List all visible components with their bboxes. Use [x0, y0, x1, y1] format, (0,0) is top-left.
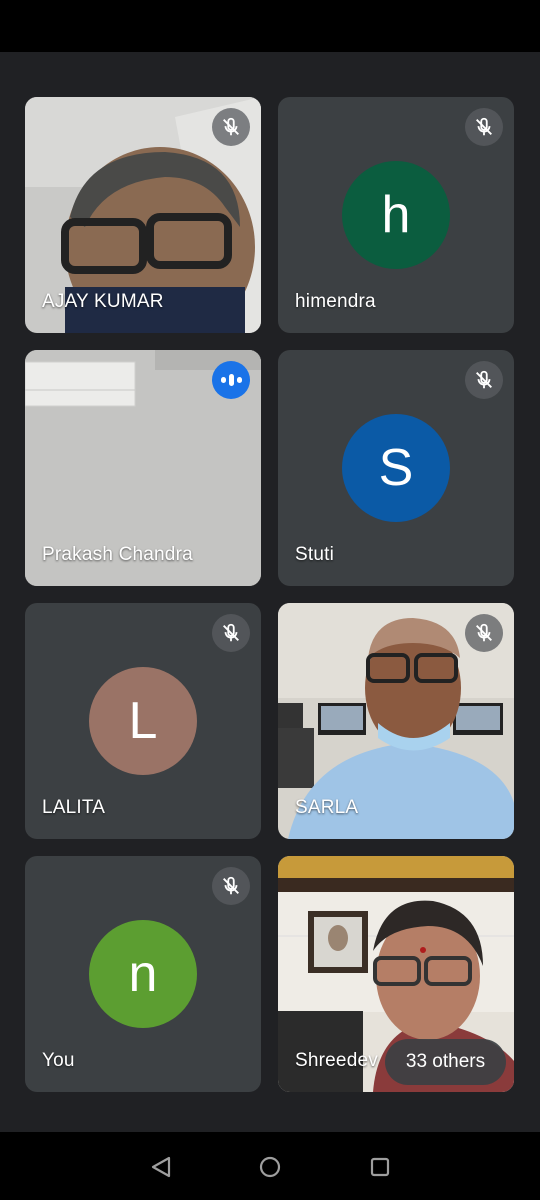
participant-name: Stuti — [295, 544, 335, 565]
android-nav-bar — [0, 1132, 540, 1200]
back-triangle-icon[interactable] — [148, 1154, 174, 1180]
home-circle-icon[interactable] — [257, 1154, 283, 1180]
mic-off-icon — [212, 108, 250, 146]
avatar: h — [342, 161, 450, 269]
participant-tile-lalita[interactable]: L LALITA — [25, 603, 261, 839]
audio-level-icon — [212, 361, 250, 399]
mic-off-icon — [465, 361, 503, 399]
participant-name: Prakash Chandra — [42, 544, 193, 565]
recents-square-icon[interactable] — [367, 1154, 393, 1180]
participant-name: SARLA — [295, 797, 359, 818]
participant-tile-you[interactable]: n You — [25, 856, 261, 1092]
avatar: n — [89, 920, 197, 1028]
participant-name: LALITA — [42, 797, 106, 818]
participant-name: You — [42, 1050, 75, 1071]
participant-tile-himendra[interactable]: h himendra — [278, 97, 514, 333]
participant-name: himendra — [295, 291, 376, 312]
avatar: L — [89, 667, 197, 775]
participant-name: AJAY KUMAR — [42, 291, 164, 312]
others-count-chip[interactable]: 33 others — [385, 1039, 506, 1085]
participant-tile-sarla[interactable]: SARLA — [278, 603, 514, 839]
participant-name: Shreedev — [295, 1050, 378, 1071]
mic-off-icon — [465, 108, 503, 146]
status-bar — [0, 0, 540, 52]
mic-off-icon — [212, 614, 250, 652]
avatar: S — [342, 414, 450, 522]
participant-tile-prakash-chandra[interactable]: Prakash Chandra — [25, 350, 261, 586]
mic-off-icon — [212, 867, 250, 905]
participant-tile-ajay-kumar[interactable]: AJAY KUMAR — [25, 97, 261, 333]
participant-tile-stuti[interactable]: S Stuti — [278, 350, 514, 586]
mic-off-icon — [465, 614, 503, 652]
